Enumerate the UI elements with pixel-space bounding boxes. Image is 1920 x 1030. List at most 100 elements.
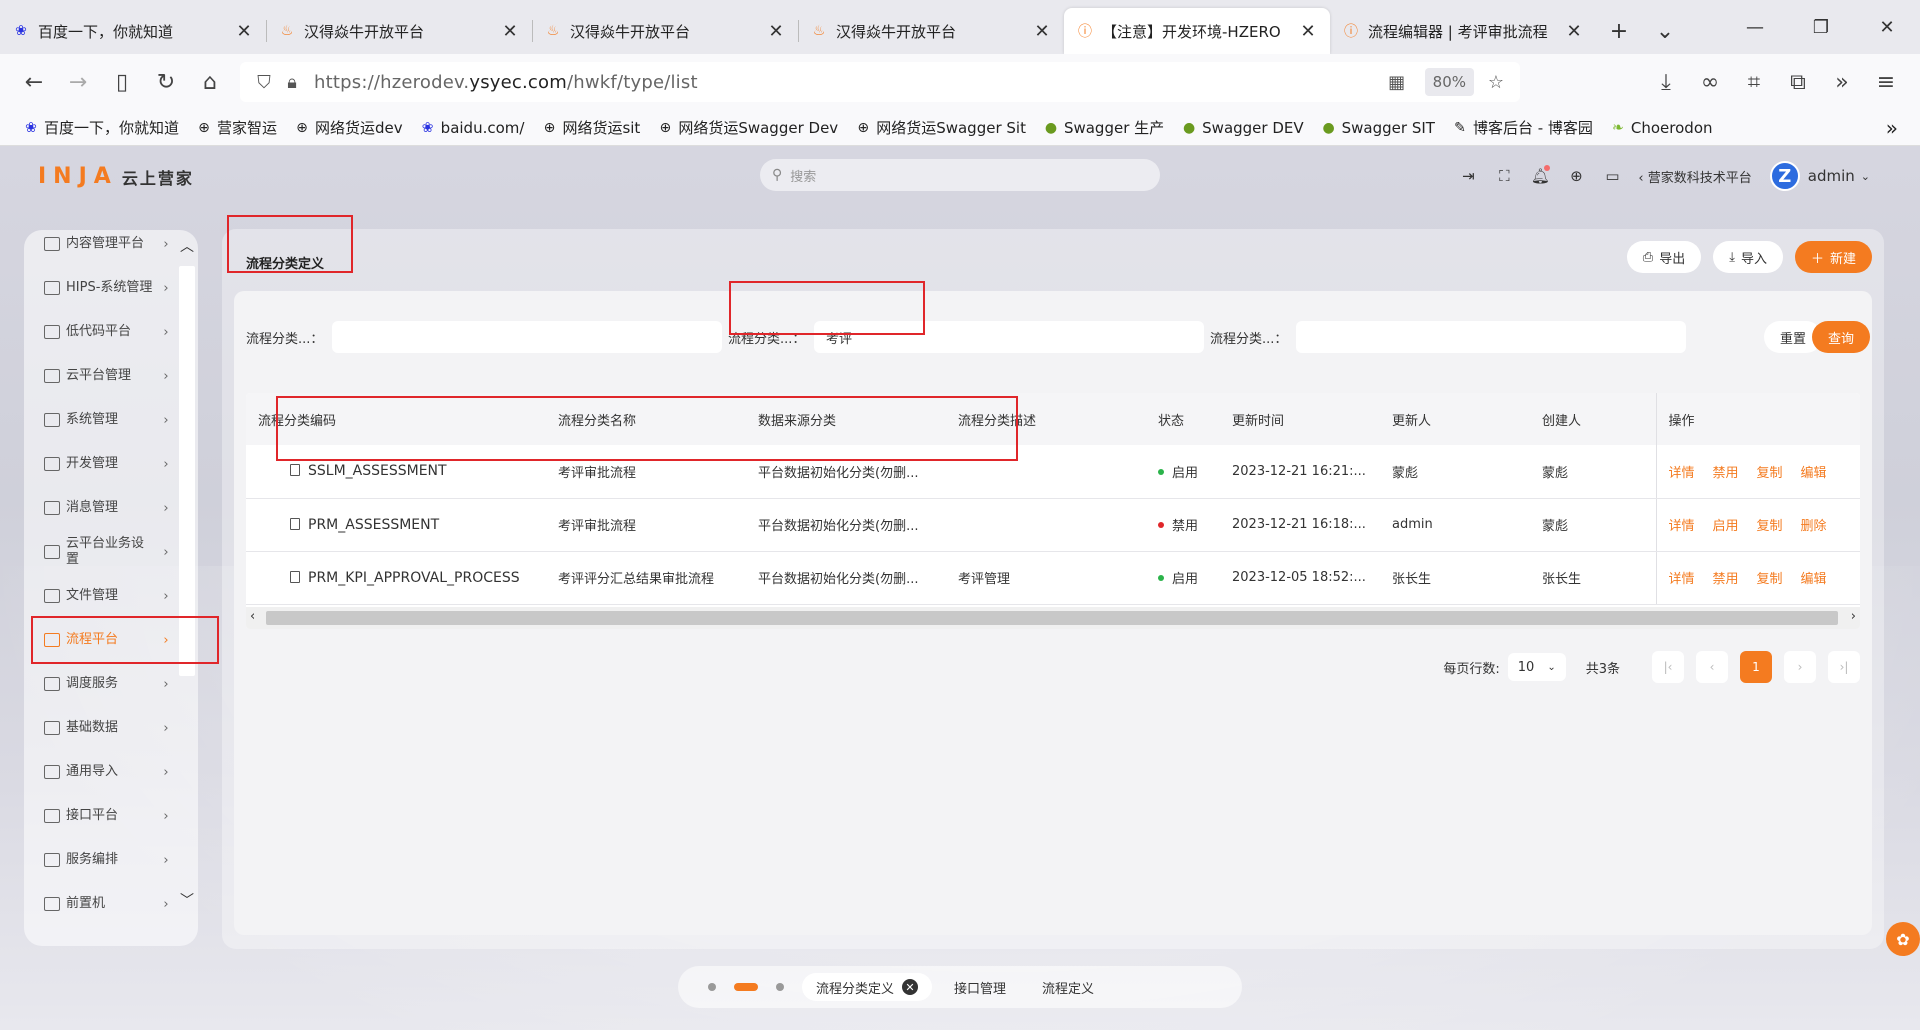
url-text[interactable]: https://hzerodev.ysyec.com/hwkf/type/lis… xyxy=(314,72,698,93)
avatar[interactable]: Z xyxy=(1769,161,1800,191)
first-page-icon[interactable]: |‹ xyxy=(1652,651,1684,683)
prev-page-icon[interactable]: ‹ xyxy=(1696,651,1728,683)
back-icon[interactable]: ← xyxy=(12,62,56,102)
tab-pager-dots[interactable] xyxy=(708,983,802,991)
sidebar-item[interactable]: 前置机 › xyxy=(24,882,176,926)
menu-icon[interactable]: ≡ xyxy=(1864,62,1908,102)
restore-icon[interactable]: ❐ xyxy=(1788,0,1854,54)
row-action-link[interactable]: 禁用 xyxy=(1713,572,1739,587)
scroll-right-chevron-icon[interactable]: › xyxy=(1851,609,1856,624)
app-logo[interactable]: INJA 云上营家 xyxy=(38,164,194,189)
export-button[interactable]: ⎙ 导出 xyxy=(1626,241,1702,273)
bell-icon[interactable]: 🔔︎ xyxy=(1522,165,1558,185)
reload-icon[interactable]: ↻ xyxy=(144,62,188,102)
bookmark[interactable]: ✎ 博客后台 - 博客园 xyxy=(1451,117,1593,138)
sidebar-item[interactable]: 内容管理平台 › xyxy=(24,230,176,266)
last-page-icon[interactable]: ›| xyxy=(1828,651,1860,683)
sidebar-item[interactable]: 系统管理 › xyxy=(24,398,176,442)
browser-tab[interactable]: ♨ 汉得焱牛开放平台 ✕ xyxy=(266,8,532,54)
close-window-icon[interactable]: ✕ xyxy=(1854,0,1920,54)
close-icon[interactable]: ✕ xyxy=(234,21,254,42)
row-action-link[interactable]: 禁用 xyxy=(1713,466,1739,481)
scroll-down-chevron-icon[interactable]: ﹀ xyxy=(176,890,198,910)
scrollbar-thumb[interactable] xyxy=(179,266,195,676)
extensions-icon[interactable]: ⧉ xyxy=(1776,62,1820,102)
bookmark[interactable]: ⊕ 网络货运sit xyxy=(540,117,641,138)
sidebar-scrollbar[interactable]: ︿ ﹀ xyxy=(176,230,198,946)
browser-tab[interactable]: ♨ 汉得焱牛开放平台 ✕ xyxy=(532,8,798,54)
fullscreen-icon[interactable]: ⛶ xyxy=(1486,167,1522,185)
sidebar-item[interactable]: 通用导入 › xyxy=(24,750,176,794)
bookmark[interactable]: ⊕ 网络货运dev xyxy=(293,117,403,138)
global-search-input[interactable]: ⚲ 搜索 xyxy=(760,159,1160,191)
forward-icon[interactable]: → xyxy=(56,62,100,102)
qr-code-icon[interactable]: ▦ xyxy=(1383,72,1411,93)
address-bar[interactable]: ⛉ 🔒︎ https://hzerodev.ysyec.com/hwkf/typ… xyxy=(240,62,1520,102)
sidebar-item[interactable]: 低代码平台 › xyxy=(24,310,176,354)
close-icon[interactable]: ✕ xyxy=(500,21,520,42)
language-globe-icon[interactable]: ⊕ xyxy=(1558,167,1594,185)
sidebar-item[interactable]: 流程平台 › xyxy=(24,618,176,662)
extension-mask-icon[interactable]: ∞ xyxy=(1688,62,1732,102)
bottom-tab-flow-definition[interactable]: 流程定义 xyxy=(1028,973,1108,1001)
sidebar-item[interactable]: 消息管理 › xyxy=(24,486,176,530)
home-icon[interactable]: ⌂ xyxy=(188,62,232,102)
row-action-link[interactable]: 复制 xyxy=(1757,519,1783,534)
next-page-icon[interactable]: › xyxy=(1784,651,1816,683)
minimize-icon[interactable]: — xyxy=(1722,0,1788,54)
download-icon[interactable]: ⤓ xyxy=(1644,62,1688,102)
row-action-link[interactable]: 编辑 xyxy=(1801,572,1827,587)
lock-icon[interactable]: 🔒︎ xyxy=(278,72,306,93)
filter-input[interactable]: 考评 xyxy=(814,321,1204,353)
import-button[interactable]: ⤓ 导入 xyxy=(1713,241,1783,273)
browser-tab[interactable]: ❀ 百度一下，你就知道 ✕ xyxy=(0,8,266,54)
table-row[interactable]: SSLM_ASSESSMENT 考评审批流程 平台数据初始化分类(勿删... 启用 20… xyxy=(246,445,1860,499)
sidebar-item[interactable]: 调度服务 › xyxy=(24,662,176,706)
bookmark[interactable]: ⊕ 网络货运Swagger Sit xyxy=(854,117,1026,138)
sidebar-item[interactable]: 服务编排 › xyxy=(24,838,176,882)
sidebar-item[interactable]: 云平台业务设置 › xyxy=(24,530,176,574)
page-size-select[interactable]: 10 ⌄ xyxy=(1507,653,1566,681)
row-action-link[interactable]: 编辑 xyxy=(1801,466,1827,481)
scroll-left-chevron-icon[interactable]: ‹ xyxy=(250,609,255,624)
row-action-link[interactable]: 详情 xyxy=(1669,466,1695,481)
row-action-link[interactable]: 复制 xyxy=(1757,572,1783,587)
shield-icon[interactable]: ⛉ xyxy=(250,72,278,93)
table-horizontal-scrollbar[interactable]: ‹ › xyxy=(246,607,1860,629)
tab-list-chevron-icon[interactable]: ⌄ xyxy=(1642,8,1688,54)
bookmark[interactable]: ❀ 百度一下，你就知道 xyxy=(22,117,179,138)
scroll-up-chevron-icon[interactable]: ︿ xyxy=(176,236,198,256)
bookmark[interactable]: ⊕ 网络货运Swagger Dev xyxy=(656,117,838,138)
table-row[interactable]: PRM_KPI_APPROVAL_PROCESS 考评评分汇总结果审批流程 平台数据… xyxy=(246,551,1860,605)
bookmark[interactable]: ❧ Choerodon xyxy=(1609,119,1712,137)
bookmark[interactable]: ⊕ 营家智运 xyxy=(195,117,277,138)
close-icon[interactable]: ✕ xyxy=(902,979,919,995)
bookmark[interactable]: ● Swagger DEV xyxy=(1180,119,1304,137)
row-action-link[interactable]: 详情 xyxy=(1669,519,1695,534)
page-number[interactable]: 1 xyxy=(1740,651,1772,683)
row-action-link[interactable]: 详情 xyxy=(1669,572,1695,587)
overflow-chevron-icon[interactable]: » xyxy=(1820,62,1864,102)
chevron-down-icon[interactable]: ⌄ xyxy=(1861,170,1870,183)
close-icon[interactable]: ✕ xyxy=(766,21,786,42)
user-menu[interactable]: admin xyxy=(1808,167,1855,185)
table-row[interactable]: PRM_ASSESSMENT 考评审批流程 平台数据初始化分类(勿删... 禁用 202… xyxy=(246,498,1860,552)
bookmark[interactable]: ● Swagger SIT xyxy=(1320,119,1435,137)
logout-icon[interactable]: ⇥ xyxy=(1450,167,1486,185)
new-button[interactable]: ＋新建 xyxy=(1794,241,1872,273)
bookmark[interactable]: ❀ baidu.com/ xyxy=(419,119,525,137)
close-icon[interactable]: ✕ xyxy=(1032,21,1052,42)
row-action-link[interactable]: 删除 xyxy=(1801,519,1827,534)
sidebar-item[interactable]: 基础数据 › xyxy=(24,706,176,750)
sidebar-item[interactable]: HIPS-系统管理 › xyxy=(24,266,176,310)
bottom-tab-interface[interactable]: 接口管理 xyxy=(940,973,1020,1001)
sidebar-item[interactable]: 文件管理 › xyxy=(24,574,176,618)
bottom-tab-flow-category[interactable]: 流程分类定义 ✕ xyxy=(802,973,933,1001)
sidebar-toggle-icon[interactable]: ▯ xyxy=(100,62,144,102)
filter-input[interactable] xyxy=(332,321,722,353)
close-icon[interactable]: ✕ xyxy=(1564,21,1584,42)
sidebar-item[interactable]: 云平台管理 › xyxy=(24,354,176,398)
bookmarks-overflow-chevron-icon[interactable]: » xyxy=(1886,116,1898,140)
close-icon[interactable]: ✕ xyxy=(1298,21,1318,42)
bookmark[interactable]: ● Swagger 生产 xyxy=(1042,117,1164,138)
